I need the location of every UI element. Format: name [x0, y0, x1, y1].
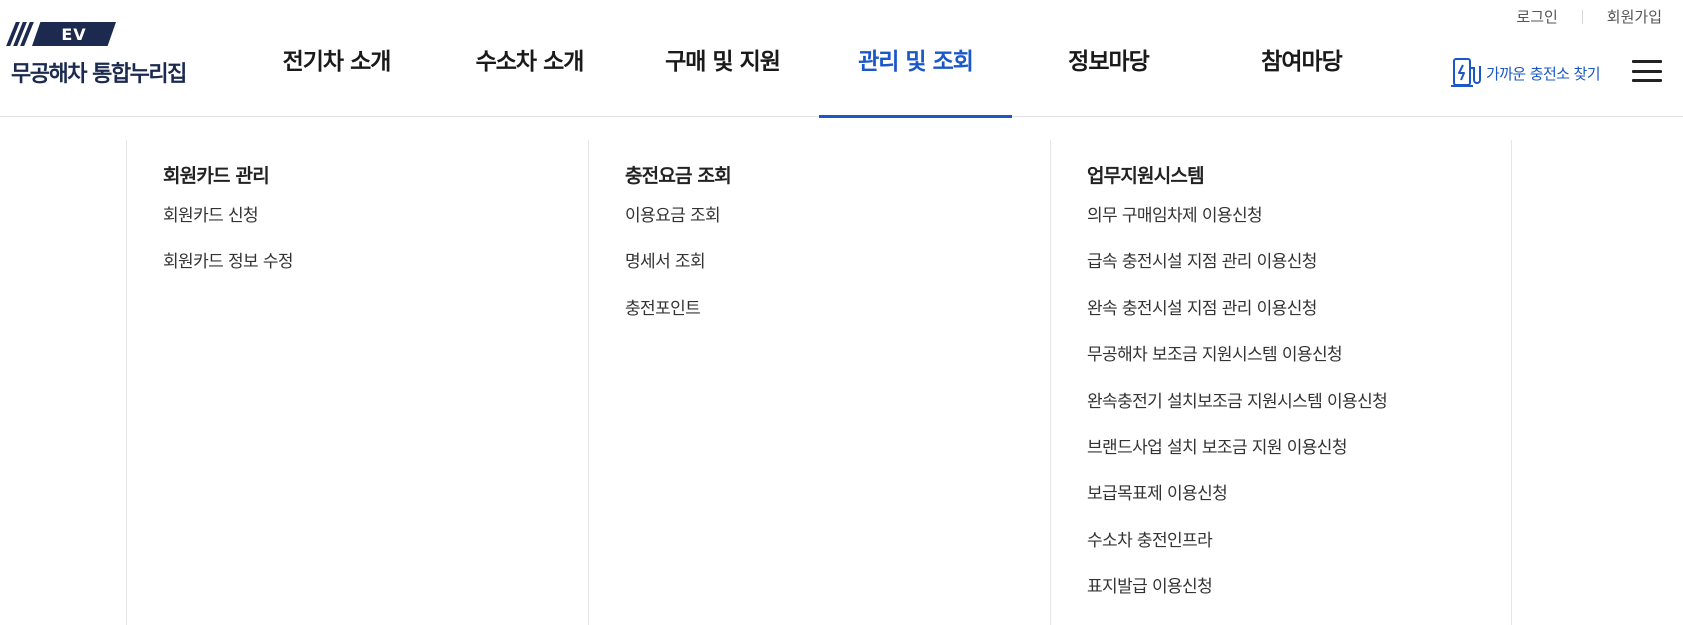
- submenu-item[interactable]: 급속 충전시설 지점 관리 이용신청: [1087, 251, 1511, 297]
- main-nav: 전기차 소개 수소차 소개 구매 및 지원 관리 및 조회 정보마당 참여마당: [240, 0, 1398, 118]
- nav-participation[interactable]: 참여마당: [1205, 0, 1398, 117]
- charger-icon: [1451, 58, 1481, 87]
- submenu-item[interactable]: 브랜드사업 설치 보조금 지원 이용신청: [1087, 437, 1511, 483]
- nav-ev-intro[interactable]: 전기차 소개: [240, 0, 433, 117]
- submenu-title: 회원카드 관리: [163, 165, 270, 187]
- logo-slashes: [6, 22, 34, 46]
- nav-hydrogen-intro[interactable]: 수소차 소개: [433, 0, 626, 117]
- submenu-item[interactable]: 수소차 충전인프라: [1087, 530, 1511, 576]
- submenu-item[interactable]: 충전포인트: [625, 298, 1050, 344]
- submenu-item[interactable]: 회원카드 정보 수정: [163, 251, 588, 297]
- submenu-item[interactable]: 의무 구매임차제 이용신청: [1087, 205, 1511, 251]
- submenu-item[interactable]: 표지발급 이용신청: [1087, 576, 1511, 622]
- submenu-item[interactable]: 이용요금 조회: [625, 205, 1050, 251]
- ev-logo-mark: EV: [6, 22, 221, 46]
- find-charger-link[interactable]: 가까운 충전소 찾기: [1448, 56, 1601, 90]
- submenu-column-membership-card: 회원카드 관리 회원카드 신청 회원카드 정보 수정: [126, 140, 588, 625]
- find-charger-label: 가까운 충전소 찾기: [1486, 64, 1601, 83]
- submenu-item[interactable]: 회원카드 신청: [163, 205, 588, 251]
- nav-purchase-support[interactable]: 구매 및 지원: [626, 0, 819, 117]
- submenu-item[interactable]: 완속충전기 설치보조금 지원시스템 이용신청: [1087, 391, 1511, 437]
- submenu-title: 충전요금 조회: [625, 165, 732, 187]
- submenu-item[interactable]: 명세서 조회: [625, 251, 1050, 297]
- submenu-title: 업무지원시스템: [1087, 165, 1205, 187]
- logo-ev-badge: EV: [32, 22, 116, 46]
- site-title: 무공해차 통합누리집: [11, 62, 187, 87]
- login-link[interactable]: 로그인: [1516, 6, 1557, 27]
- submenu-column-charging-fee: 충전요금 조회 이용요금 조회 명세서 조회 충전포인트: [588, 140, 1050, 625]
- utility-links: 로그인 회원가입: [1516, 6, 1662, 27]
- divider: [1581, 9, 1583, 24]
- hamburger-menu-icon[interactable]: [1632, 60, 1662, 82]
- submenu-item[interactable]: 완속 충전시설 지점 관리 이용신청: [1087, 298, 1511, 344]
- signup-link[interactable]: 회원가입: [1607, 6, 1662, 27]
- mega-menu-panel: 회원카드 관리 회원카드 신청 회원카드 정보 수정 충전요금 조회 이용요금 …: [126, 140, 1512, 625]
- site-header: EV 무공해차 통합누리집 전기차 소개 수소차 소개 구매 및 지원 관리 및…: [0, 0, 1683, 118]
- nav-info[interactable]: 정보마당: [1012, 0, 1205, 117]
- submenu-item[interactable]: 무공해차 보조금 지원시스템 이용신청: [1087, 344, 1511, 390]
- submenu-item[interactable]: 보급목표제 이용신청: [1087, 483, 1511, 529]
- nav-manage-lookup[interactable]: 관리 및 조회: [819, 0, 1012, 118]
- submenu-column-business-support: 업무지원시스템 의무 구매임차제 이용신청 급속 충전시설 지점 관리 이용신청…: [1050, 140, 1512, 625]
- site-logo[interactable]: EV 무공해차 통합누리집: [6, 22, 221, 88]
